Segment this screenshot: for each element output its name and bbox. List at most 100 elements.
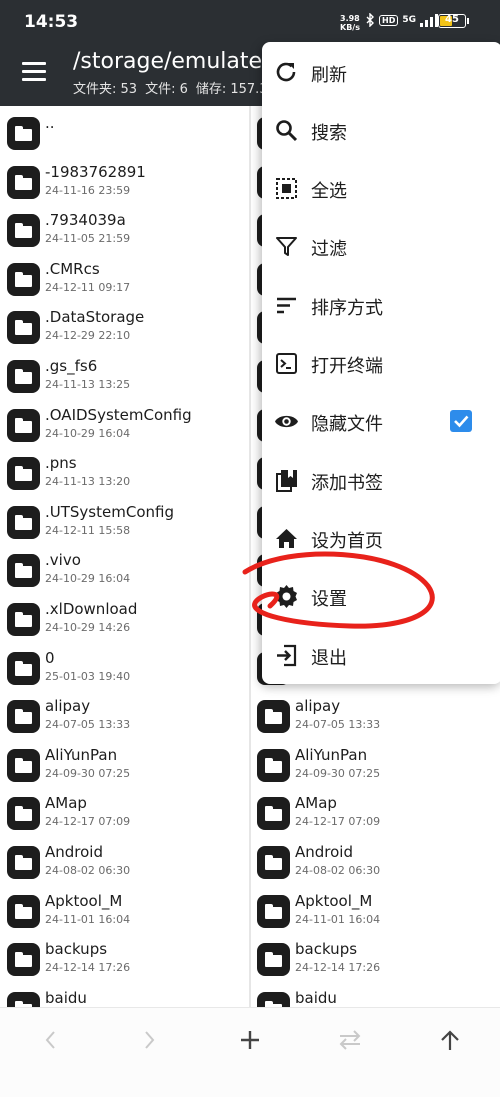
folder-icon xyxy=(7,360,40,393)
file-row[interactable]: .xlDownload 24-10-29 14:26 xyxy=(0,595,250,644)
file-row[interactable]: .pns 24-11-13 13:20 xyxy=(0,449,250,498)
up-button[interactable] xyxy=(425,1020,475,1060)
menu-item-label: 添加书签 xyxy=(311,472,383,494)
file-row[interactable]: .vivo 24-10-29 16:04 xyxy=(0,546,250,595)
menu-icon[interactable] xyxy=(22,62,46,81)
file-date: 24-09-30 07:25 xyxy=(295,766,381,780)
filter-icon xyxy=(276,237,297,257)
file-row[interactable]: .gs_fs6 24-11-13 13:25 xyxy=(0,352,250,401)
file-name: AMap xyxy=(45,794,87,813)
folder-icon xyxy=(257,748,290,782)
folder-icon xyxy=(7,165,40,199)
overflow-menu: 刷新搜索全选过滤排序方式打开终端隐藏文件添加书签设为首页设置 退出 xyxy=(262,42,500,684)
menu-item-eye[interactable]: 隐藏文件 xyxy=(262,392,500,450)
folder-icon xyxy=(7,262,40,296)
file-date: 24-12-14 17:26 xyxy=(295,961,381,975)
file-date: 24-12-17 07:09 xyxy=(295,815,381,829)
signal-icon xyxy=(420,13,438,27)
file-row[interactable]: AliYunPan 24-09-30 07:25 xyxy=(0,741,250,790)
menu-item-label: 全选 xyxy=(311,181,347,203)
back-button[interactable] xyxy=(25,1020,75,1060)
file-row[interactable]: .7934039a 24-11-05 21:59 xyxy=(0,206,250,255)
file-name: .xlDownload xyxy=(45,600,138,618)
file-row[interactable]: .OAIDSystemConfig 24-10-29 16:04 xyxy=(0,401,250,450)
folder-icon xyxy=(7,797,40,831)
menu-item-sort[interactable]: 排序方式 xyxy=(262,276,500,334)
swap-panes-button[interactable] xyxy=(325,1020,375,1060)
menu-item-label: 搜索 xyxy=(311,122,347,144)
refresh-icon xyxy=(276,62,296,81)
file-row[interactable]: backups 24-12-14 17:26 xyxy=(251,935,500,984)
menu-item-label: 刷新 xyxy=(311,64,347,86)
chevron-right-icon xyxy=(145,1031,155,1049)
directory-stats: 文件夹: 53 文件: 6 储存: 157.3 xyxy=(73,78,276,97)
file-name: .CMRcs xyxy=(45,259,100,278)
file-row[interactable]: AMap 24-12-17 07:09 xyxy=(0,789,250,838)
file-row[interactable]: baidu xyxy=(251,984,500,1007)
folder-icon xyxy=(7,603,40,636)
network-speed-unit: KB/s xyxy=(340,23,360,32)
file-row[interactable]: alipay 24-07-05 13:33 xyxy=(0,692,250,741)
file-row[interactable]: .CMRcs 24-12-11 09:17 xyxy=(0,255,250,304)
file-row[interactable]: Android 24-08-02 06:30 xyxy=(251,838,500,887)
menu-item-gear[interactable]: 设置 xyxy=(262,567,500,625)
menu-item-label: 排序方式 xyxy=(311,297,383,319)
folder-icon xyxy=(7,505,40,539)
folder-icon xyxy=(7,117,40,150)
file-name: .OAIDSystemConfig xyxy=(45,405,192,424)
file-row[interactable]: .DataStorage 24-12-29 22:10 xyxy=(0,303,250,352)
add-button[interactable] xyxy=(225,1020,275,1060)
folder-icon xyxy=(7,700,40,734)
swap-icon xyxy=(339,1030,361,1050)
menu-item-bookmark[interactable]: 添加书签 xyxy=(262,451,500,509)
file-name: backups xyxy=(295,940,358,959)
file-row[interactable]: backups 24-12-14 17:26 xyxy=(0,935,250,984)
file-row[interactable]: .UTSystemConfig 24-12-11 15:58 xyxy=(0,498,250,547)
checkbox-checked-icon[interactable] xyxy=(450,410,472,433)
menu-item-terminal[interactable]: 打开终端 xyxy=(262,334,500,392)
folder-icon xyxy=(7,457,40,491)
file-name: Android xyxy=(45,843,103,861)
network-speed-value: 3.98 xyxy=(340,14,360,23)
file-row[interactable]: alipay 24-07-05 13:33 xyxy=(251,692,500,741)
menu-item-filter[interactable]: 过滤 xyxy=(262,217,500,275)
arrow-up-icon xyxy=(441,1030,459,1050)
file-row[interactable]: 0 25-01-03 19:40 xyxy=(0,644,250,693)
eye-icon xyxy=(275,416,298,428)
folder-icon xyxy=(257,991,290,1007)
file-row[interactable]: -1983762891 24-11-16 23:59 xyxy=(0,158,250,207)
menu-item-search[interactable]: 搜索 xyxy=(262,101,500,159)
file-row[interactable]: Apktool_M 24-11-01 16:04 xyxy=(251,887,500,936)
file-date: 24-12-17 07:09 xyxy=(45,815,131,829)
forward-button[interactable] xyxy=(125,1020,175,1060)
hd-badge: HD xyxy=(379,14,399,26)
file-date: 24-10-29 16:04 xyxy=(45,572,131,586)
file-row[interactable]: Apktool_M 24-11-01 16:04 xyxy=(0,887,250,936)
folder-icon xyxy=(257,797,290,831)
menu-item-refresh[interactable]: 刷新 xyxy=(262,43,500,101)
file-row[interactable]: Android 24-08-02 06:30 xyxy=(0,838,250,887)
terminal-icon xyxy=(276,353,297,374)
file-row[interactable]: AliYunPan 24-09-30 07:25 xyxy=(251,741,500,790)
folder-icon xyxy=(7,408,40,442)
left-file-pane[interactable]: .. -1983762891 24-11-16 23:59 .7934039a 24-1… xyxy=(0,106,250,1007)
file-count: 文件: 6 xyxy=(145,82,188,97)
file-name: .UTSystemConfig xyxy=(45,502,174,521)
menu-item-exit[interactable]: 退出 xyxy=(262,626,500,684)
folder-count: 文件夹: 53 xyxy=(73,82,138,97)
menu-item-label: 隐藏文件 xyxy=(311,414,383,436)
file-row[interactable]: .. xyxy=(0,109,250,158)
file-name: baidu xyxy=(45,988,87,1007)
file-row[interactable]: AMap 24-12-17 07:09 xyxy=(251,789,500,838)
menu-item-select-all[interactable]: 全选 xyxy=(262,159,500,217)
menu-item-home[interactable]: 设为首页 xyxy=(262,509,500,567)
file-name: .DataStorage xyxy=(45,308,145,327)
menu-item-label: 设为首页 xyxy=(311,530,383,552)
file-row[interactable]: baidu xyxy=(0,984,250,1007)
file-date: 24-10-29 14:26 xyxy=(45,621,131,634)
status-time: 14:53 xyxy=(24,12,79,32)
folder-icon xyxy=(7,651,40,685)
file-date: 24-12-11 09:17 xyxy=(45,280,131,294)
file-name: .. xyxy=(45,114,55,132)
folder-icon xyxy=(257,943,290,977)
